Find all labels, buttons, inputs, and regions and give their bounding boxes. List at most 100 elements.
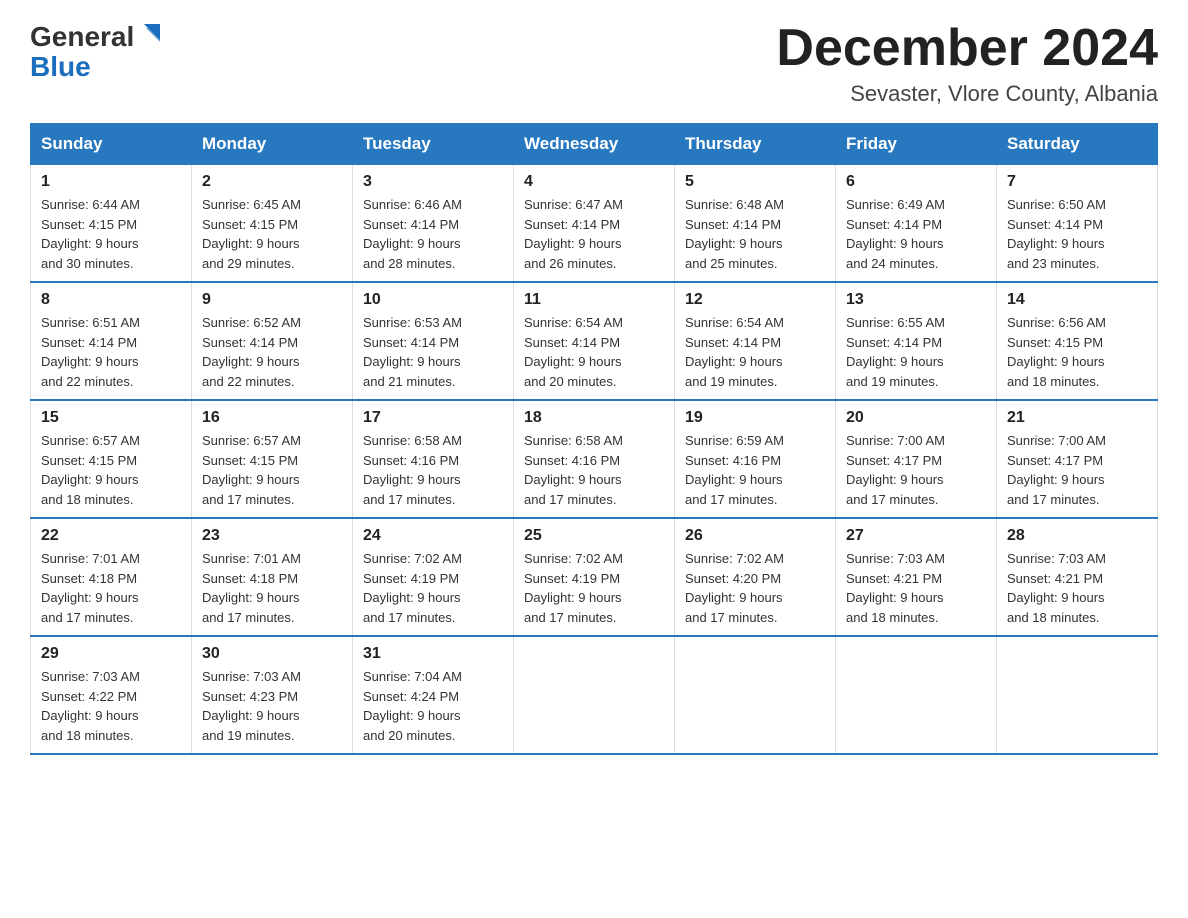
day-number: 15: [41, 409, 181, 427]
location-subtitle: Sevaster, Vlore County, Albania: [776, 81, 1158, 107]
calendar-week-row: 8 Sunrise: 6:51 AM Sunset: 4:14 PM Dayli…: [31, 282, 1158, 400]
day-number: 10: [363, 291, 503, 309]
day-info: Sunrise: 7:03 AM Sunset: 4:22 PM Dayligh…: [41, 667, 181, 745]
calendar-week-row: 29 Sunrise: 7:03 AM Sunset: 4:22 PM Dayl…: [31, 636, 1158, 754]
day-number: 18: [524, 409, 664, 427]
day-number: 31: [363, 645, 503, 663]
day-info: Sunrise: 7:03 AM Sunset: 4:23 PM Dayligh…: [202, 667, 342, 745]
day-info: Sunrise: 7:01 AM Sunset: 4:18 PM Dayligh…: [41, 549, 181, 627]
day-number: 29: [41, 645, 181, 663]
table-row: 2 Sunrise: 6:45 AM Sunset: 4:15 PM Dayli…: [192, 165, 353, 283]
day-info: Sunrise: 6:44 AM Sunset: 4:15 PM Dayligh…: [41, 195, 181, 273]
table-row: 24 Sunrise: 7:02 AM Sunset: 4:19 PM Dayl…: [353, 518, 514, 636]
day-number: 7: [1007, 173, 1147, 191]
day-number: 12: [685, 291, 825, 309]
day-number: 30: [202, 645, 342, 663]
table-row: 18 Sunrise: 6:58 AM Sunset: 4:16 PM Dayl…: [514, 400, 675, 518]
day-info: Sunrise: 6:58 AM Sunset: 4:16 PM Dayligh…: [363, 431, 503, 509]
table-row: 15 Sunrise: 6:57 AM Sunset: 4:15 PM Dayl…: [31, 400, 192, 518]
day-number: 6: [846, 173, 986, 191]
day-number: 25: [524, 527, 664, 545]
header-sunday: Sunday: [31, 124, 192, 165]
day-number: 9: [202, 291, 342, 309]
day-number: 8: [41, 291, 181, 309]
day-info: Sunrise: 7:02 AM Sunset: 4:20 PM Dayligh…: [685, 549, 825, 627]
day-info: Sunrise: 7:01 AM Sunset: 4:18 PM Dayligh…: [202, 549, 342, 627]
header-wednesday: Wednesday: [514, 124, 675, 165]
day-info: Sunrise: 7:03 AM Sunset: 4:21 PM Dayligh…: [1007, 549, 1147, 627]
header-friday: Friday: [836, 124, 997, 165]
logo: General Blue: [30, 20, 166, 81]
table-row: 16 Sunrise: 6:57 AM Sunset: 4:15 PM Dayl…: [192, 400, 353, 518]
day-number: 4: [524, 173, 664, 191]
day-number: 21: [1007, 409, 1147, 427]
title-block: December 2024 Sevaster, Vlore County, Al…: [776, 20, 1158, 107]
header-monday: Monday: [192, 124, 353, 165]
table-row: 29 Sunrise: 7:03 AM Sunset: 4:22 PM Dayl…: [31, 636, 192, 754]
table-row: 30 Sunrise: 7:03 AM Sunset: 4:23 PM Dayl…: [192, 636, 353, 754]
day-info: Sunrise: 6:46 AM Sunset: 4:14 PM Dayligh…: [363, 195, 503, 273]
day-info: Sunrise: 6:59 AM Sunset: 4:16 PM Dayligh…: [685, 431, 825, 509]
table-row: 12 Sunrise: 6:54 AM Sunset: 4:14 PM Dayl…: [675, 282, 836, 400]
day-info: Sunrise: 6:52 AM Sunset: 4:14 PM Dayligh…: [202, 313, 342, 391]
calendar-week-row: 1 Sunrise: 6:44 AM Sunset: 4:15 PM Dayli…: [31, 165, 1158, 283]
day-number: 27: [846, 527, 986, 545]
table-row: 11 Sunrise: 6:54 AM Sunset: 4:14 PM Dayl…: [514, 282, 675, 400]
day-info: Sunrise: 7:02 AM Sunset: 4:19 PM Dayligh…: [524, 549, 664, 627]
page-header: General Blue December 2024 Sevaster, Vlo…: [30, 20, 1158, 107]
table-row: 19 Sunrise: 6:59 AM Sunset: 4:16 PM Dayl…: [675, 400, 836, 518]
day-number: 28: [1007, 527, 1147, 545]
day-number: 24: [363, 527, 503, 545]
day-info: Sunrise: 7:03 AM Sunset: 4:21 PM Dayligh…: [846, 549, 986, 627]
logo-blue-text: Blue: [30, 51, 91, 82]
header-tuesday: Tuesday: [353, 124, 514, 165]
table-row: 8 Sunrise: 6:51 AM Sunset: 4:14 PM Dayli…: [31, 282, 192, 400]
table-row: 9 Sunrise: 6:52 AM Sunset: 4:14 PM Dayli…: [192, 282, 353, 400]
table-row: 6 Sunrise: 6:49 AM Sunset: 4:14 PM Dayli…: [836, 165, 997, 283]
header-thursday: Thursday: [675, 124, 836, 165]
table-row: 26 Sunrise: 7:02 AM Sunset: 4:20 PM Dayl…: [675, 518, 836, 636]
month-year-title: December 2024: [776, 20, 1158, 77]
day-info: Sunrise: 7:00 AM Sunset: 4:17 PM Dayligh…: [846, 431, 986, 509]
table-row: 3 Sunrise: 6:46 AM Sunset: 4:14 PM Dayli…: [353, 165, 514, 283]
table-row: 20 Sunrise: 7:00 AM Sunset: 4:17 PM Dayl…: [836, 400, 997, 518]
table-row: 13 Sunrise: 6:55 AM Sunset: 4:14 PM Dayl…: [836, 282, 997, 400]
day-info: Sunrise: 6:50 AM Sunset: 4:14 PM Dayligh…: [1007, 195, 1147, 273]
day-number: 2: [202, 173, 342, 191]
calendar-week-row: 15 Sunrise: 6:57 AM Sunset: 4:15 PM Dayl…: [31, 400, 1158, 518]
day-info: Sunrise: 7:04 AM Sunset: 4:24 PM Dayligh…: [363, 667, 503, 745]
table-row: 23 Sunrise: 7:01 AM Sunset: 4:18 PM Dayl…: [192, 518, 353, 636]
table-row: 21 Sunrise: 7:00 AM Sunset: 4:17 PM Dayl…: [997, 400, 1158, 518]
day-number: 22: [41, 527, 181, 545]
day-number: 17: [363, 409, 503, 427]
day-info: Sunrise: 7:00 AM Sunset: 4:17 PM Dayligh…: [1007, 431, 1147, 509]
logo-arrow-icon: [138, 20, 166, 48]
table-row: 10 Sunrise: 6:53 AM Sunset: 4:14 PM Dayl…: [353, 282, 514, 400]
day-info: Sunrise: 6:48 AM Sunset: 4:14 PM Dayligh…: [685, 195, 825, 273]
day-info: Sunrise: 7:02 AM Sunset: 4:19 PM Dayligh…: [363, 549, 503, 627]
day-number: 19: [685, 409, 825, 427]
day-number: 16: [202, 409, 342, 427]
day-number: 11: [524, 291, 664, 309]
table-row: 5 Sunrise: 6:48 AM Sunset: 4:14 PM Dayli…: [675, 165, 836, 283]
day-info: Sunrise: 6:49 AM Sunset: 4:14 PM Dayligh…: [846, 195, 986, 273]
day-number: 3: [363, 173, 503, 191]
calendar-header-row: Sunday Monday Tuesday Wednesday Thursday…: [31, 124, 1158, 165]
day-info: Sunrise: 6:54 AM Sunset: 4:14 PM Dayligh…: [685, 313, 825, 391]
table-row: 31 Sunrise: 7:04 AM Sunset: 4:24 PM Dayl…: [353, 636, 514, 754]
day-info: Sunrise: 6:57 AM Sunset: 4:15 PM Dayligh…: [41, 431, 181, 509]
day-info: Sunrise: 6:47 AM Sunset: 4:14 PM Dayligh…: [524, 195, 664, 273]
day-number: 14: [1007, 291, 1147, 309]
day-info: Sunrise: 6:53 AM Sunset: 4:14 PM Dayligh…: [363, 313, 503, 391]
calendar-table: Sunday Monday Tuesday Wednesday Thursday…: [30, 123, 1158, 755]
day-info: Sunrise: 6:57 AM Sunset: 4:15 PM Dayligh…: [202, 431, 342, 509]
day-info: Sunrise: 6:56 AM Sunset: 4:15 PM Dayligh…: [1007, 313, 1147, 391]
table-row: 1 Sunrise: 6:44 AM Sunset: 4:15 PM Dayli…: [31, 165, 192, 283]
day-number: 13: [846, 291, 986, 309]
header-saturday: Saturday: [997, 124, 1158, 165]
day-info: Sunrise: 6:45 AM Sunset: 4:15 PM Dayligh…: [202, 195, 342, 273]
table-row: 7 Sunrise: 6:50 AM Sunset: 4:14 PM Dayli…: [997, 165, 1158, 283]
table-row: 28 Sunrise: 7:03 AM Sunset: 4:21 PM Dayl…: [997, 518, 1158, 636]
table-row: 14 Sunrise: 6:56 AM Sunset: 4:15 PM Dayl…: [997, 282, 1158, 400]
day-number: 1: [41, 173, 181, 191]
